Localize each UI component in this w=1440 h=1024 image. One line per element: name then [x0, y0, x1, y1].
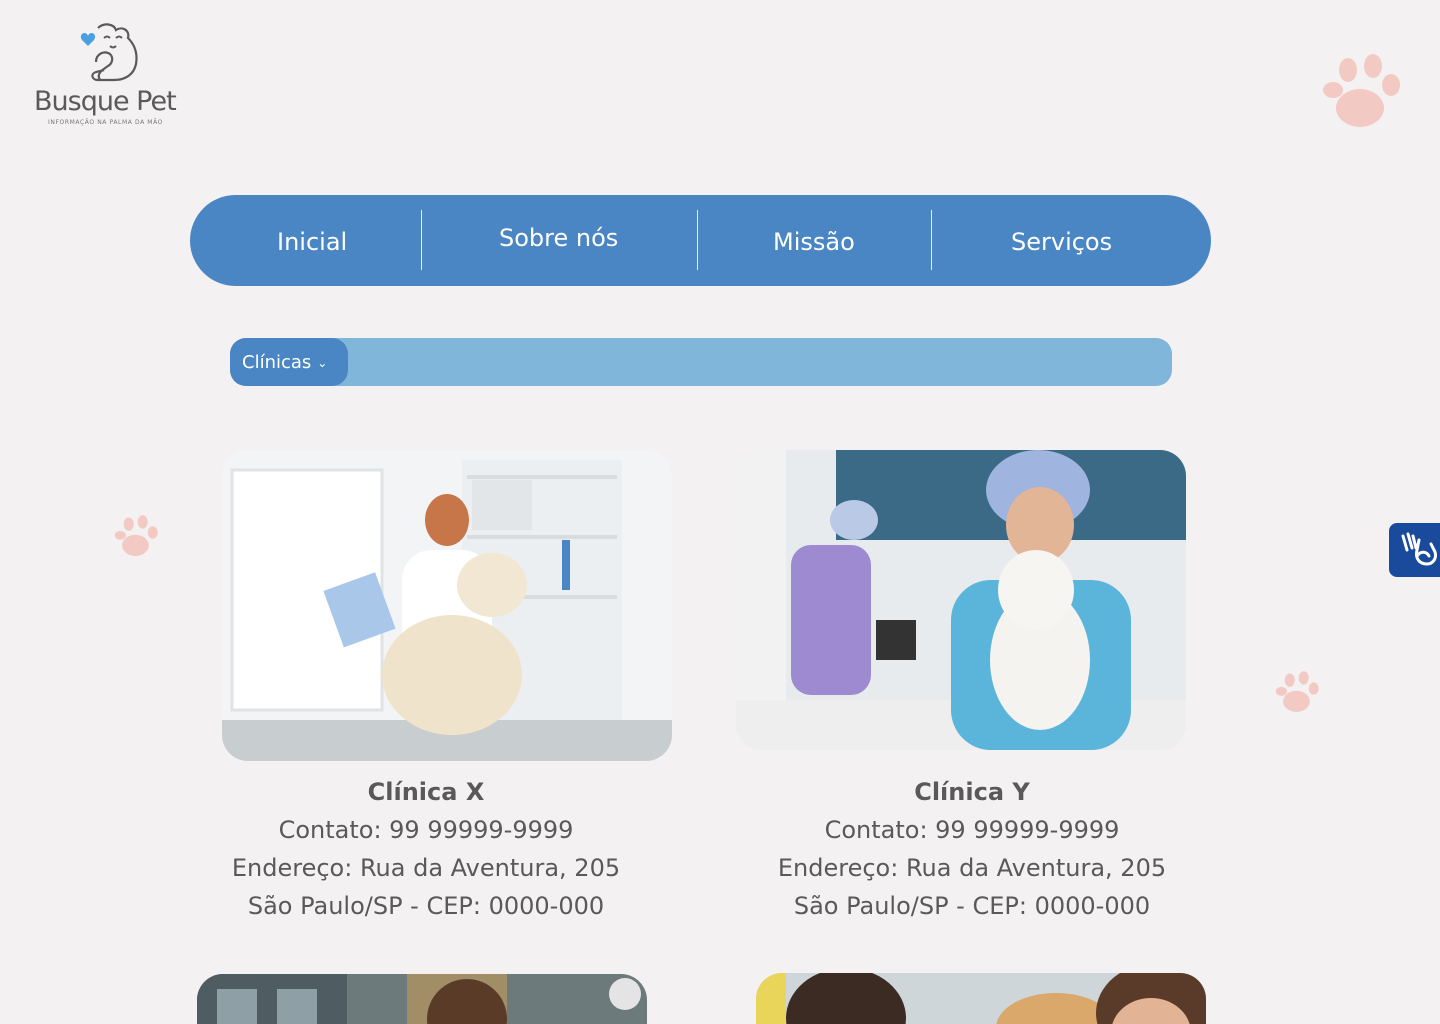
nav-item-inicial[interactable]: Inicial — [277, 228, 347, 256]
clinic-address: Endereço: Rua da Aventura, 205 — [777, 854, 1167, 882]
category-select-label: Clínicas — [242, 351, 312, 373]
chevron-down-icon: ⌄ — [317, 356, 328, 370]
nav-item-sobre-nos[interactable]: Sobre nós — [499, 224, 618, 252]
filter-bar: Clínicas ⌄ — [230, 338, 1172, 386]
clinic-card-info: Clínica Y Contato: 99 99999-9999 Endereç… — [712, 773, 1232, 925]
nav-divider — [931, 210, 932, 270]
paw-icon — [1323, 54, 1400, 127]
nav-divider — [421, 210, 422, 270]
logo[interactable]: Busque Pet INFORMAÇÃO NA PALMA DA MÃO — [34, 22, 194, 126]
clinic-city: São Paulo/SP - CEP: 0000-000 — [793, 892, 1151, 920]
brand-name: Busque Pet — [34, 86, 177, 117]
clinic-city: São Paulo/SP - CEP: 0000-000 — [247, 892, 605, 920]
accessibility-button[interactable] — [1389, 523, 1440, 577]
clinic-photo — [222, 450, 672, 761]
nav-item-missao[interactable]: Missão — [773, 228, 855, 256]
clinic-card-info: Clínica X Contato: 99 99999-9999 Endereç… — [166, 773, 686, 925]
paw-icon — [1275, 671, 1319, 712]
category-select[interactable]: Clínicas ⌄ — [230, 338, 348, 386]
clinic-contact: Contato: 99 99999-9999 — [278, 816, 574, 844]
brand-tagline: INFORMAÇÃO NA PALMA DA MÃO — [48, 119, 163, 126]
clinic-photo — [736, 450, 1186, 750]
dog-cat-logo-icon — [80, 23, 138, 82]
nav-divider — [697, 210, 698, 270]
clinic-photo — [197, 974, 647, 1024]
clinic-name: Clínica Y — [914, 778, 1030, 806]
clinic-name: Clínica X — [367, 778, 485, 806]
clinic-contact: Contato: 99 99999-9999 — [824, 816, 1120, 844]
paw-icon — [114, 515, 158, 556]
clinic-photo — [756, 973, 1206, 1024]
main-nav: Inicial Sobre nós Missão Serviços — [190, 195, 1211, 286]
clinic-address: Endereço: Rua da Aventura, 205 — [231, 854, 621, 882]
sign-language-icon — [1401, 532, 1437, 566]
nav-item-servicos[interactable]: Serviços — [1011, 228, 1112, 256]
